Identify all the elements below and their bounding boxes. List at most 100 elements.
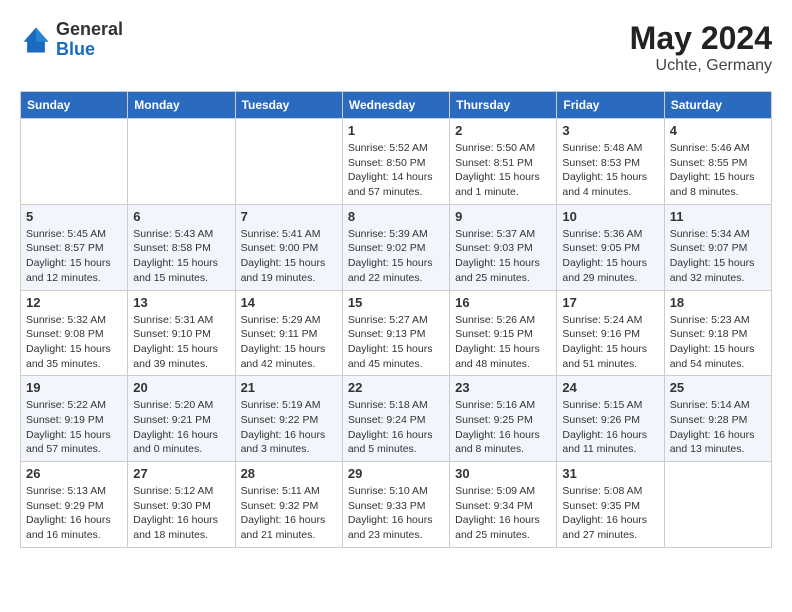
- day-info: Sunrise: 5:08 AM Sunset: 9:35 PM Dayligh…: [562, 484, 658, 543]
- day-number: 11: [670, 209, 766, 224]
- calendar-cell: [664, 462, 771, 548]
- calendar-cell: 10 Sunrise: 5:36 AM Sunset: 9:05 PM Dayli…: [557, 204, 664, 290]
- calendar-cell: 31 Sunrise: 5:08 AM Sunset: 9:35 PM Dayli…: [557, 462, 664, 548]
- calendar-cell: 5Sunrise: 5:45 AM Sunset: 8:57 PM Daylig…: [21, 204, 128, 290]
- calendar-week-row: 5Sunrise: 5:45 AM Sunset: 8:57 PM Daylig…: [21, 204, 772, 290]
- day-info: Sunrise: 5:24 AM Sunset: 9:16 PM Dayligh…: [562, 313, 658, 372]
- calendar-cell: 24 Sunrise: 5:15 AM Sunset: 9:26 PM Dayli…: [557, 376, 664, 462]
- calendar-cell: [235, 119, 342, 205]
- calendar-week-row: 26 Sunrise: 5:13 AM Sunset: 9:29 PM Dayli…: [21, 462, 772, 548]
- day-number: 1: [348, 123, 444, 138]
- day-info: Sunrise: 5:36 AM Sunset: 9:05 PM Dayligh…: [562, 227, 658, 286]
- day-number: 18: [670, 295, 766, 310]
- day-number: 15: [348, 295, 444, 310]
- calendar-table: SundayMondayTuesdayWednesdayThursdayFrid…: [20, 91, 772, 548]
- calendar-cell: 6Sunrise: 5:43 AM Sunset: 8:58 PM Daylig…: [128, 204, 235, 290]
- day-info: Sunrise: 5:14 AM Sunset: 9:28 PM Dayligh…: [670, 398, 766, 457]
- day-info: Sunrise: 5:15 AM Sunset: 9:26 PM Dayligh…: [562, 398, 658, 457]
- day-info: Sunrise: 5:37 AM Sunset: 9:03 PM Dayligh…: [455, 227, 551, 286]
- calendar-cell: 19Sunrise: 5:22 AM Sunset: 9:19 PM Dayli…: [21, 376, 128, 462]
- calendar-cell: 17 Sunrise: 5:24 AM Sunset: 9:16 PM Dayli…: [557, 290, 664, 376]
- logo-icon: [20, 24, 52, 56]
- col-header-saturday: Saturday: [664, 92, 771, 119]
- calendar-cell: 15 Sunrise: 5:27 AM Sunset: 9:13 PM Dayli…: [342, 290, 449, 376]
- calendar-cell: 14 Sunrise: 5:29 AM Sunset: 9:11 PM Dayli…: [235, 290, 342, 376]
- day-number: 14: [241, 295, 337, 310]
- month-year-title: May 2024: [630, 20, 772, 57]
- day-number: 16: [455, 295, 551, 310]
- calendar-cell: 27 Sunrise: 5:12 AM Sunset: 9:30 PM Dayli…: [128, 462, 235, 548]
- calendar-cell: 1 Sunrise: 5:52 AM Sunset: 8:50 PM Daylig…: [342, 119, 449, 205]
- day-number: 9: [455, 209, 551, 224]
- calendar-week-row: 19Sunrise: 5:22 AM Sunset: 9:19 PM Dayli…: [21, 376, 772, 462]
- day-number: 4: [670, 123, 766, 138]
- day-info: Sunrise: 5:12 AM Sunset: 9:30 PM Dayligh…: [133, 484, 229, 543]
- day-number: 13: [133, 295, 229, 310]
- day-number: 19: [26, 380, 122, 395]
- day-info: Sunrise: 5:48 AM Sunset: 8:53 PM Dayligh…: [562, 141, 658, 200]
- calendar-cell: 18 Sunrise: 5:23 AM Sunset: 9:18 PM Dayli…: [664, 290, 771, 376]
- day-number: 30: [455, 466, 551, 481]
- calendar-cell: 13Sunrise: 5:31 AM Sunset: 9:10 PM Dayli…: [128, 290, 235, 376]
- day-info: Sunrise: 5:45 AM Sunset: 8:57 PM Dayligh…: [26, 227, 122, 286]
- day-number: 28: [241, 466, 337, 481]
- logo-general-text: General: [56, 19, 123, 39]
- day-info: Sunrise: 5:19 AM Sunset: 9:22 PM Dayligh…: [241, 398, 337, 457]
- day-info: Sunrise: 5:52 AM Sunset: 8:50 PM Dayligh…: [348, 141, 444, 200]
- logo-blue-text: Blue: [56, 39, 95, 59]
- day-number: 27: [133, 466, 229, 481]
- day-info: Sunrise: 5:41 AM Sunset: 9:00 PM Dayligh…: [241, 227, 337, 286]
- calendar-cell: 12Sunrise: 5:32 AM Sunset: 9:08 PM Dayli…: [21, 290, 128, 376]
- calendar-week-row: 1 Sunrise: 5:52 AM Sunset: 8:50 PM Daylig…: [21, 119, 772, 205]
- calendar-cell: [128, 119, 235, 205]
- day-info: Sunrise: 5:13 AM Sunset: 9:29 PM Dayligh…: [26, 484, 122, 543]
- day-info: Sunrise: 5:23 AM Sunset: 9:18 PM Dayligh…: [670, 313, 766, 372]
- day-info: Sunrise: 5:39 AM Sunset: 9:02 PM Dayligh…: [348, 227, 444, 286]
- calendar-cell: 30 Sunrise: 5:09 AM Sunset: 9:34 PM Dayli…: [450, 462, 557, 548]
- day-number: 10: [562, 209, 658, 224]
- day-info: Sunrise: 5:46 AM Sunset: 8:55 PM Dayligh…: [670, 141, 766, 200]
- day-number: 23: [455, 380, 551, 395]
- day-info: Sunrise: 5:32 AM Sunset: 9:08 PM Dayligh…: [26, 313, 122, 372]
- calendar-week-row: 12Sunrise: 5:32 AM Sunset: 9:08 PM Dayli…: [21, 290, 772, 376]
- day-info: Sunrise: 5:16 AM Sunset: 9:25 PM Dayligh…: [455, 398, 551, 457]
- day-info: Sunrise: 5:34 AM Sunset: 9:07 PM Dayligh…: [670, 227, 766, 286]
- calendar-cell: 7 Sunrise: 5:41 AM Sunset: 9:00 PM Daylig…: [235, 204, 342, 290]
- day-number: 17: [562, 295, 658, 310]
- day-info: Sunrise: 5:50 AM Sunset: 8:51 PM Dayligh…: [455, 141, 551, 200]
- day-info: Sunrise: 5:26 AM Sunset: 9:15 PM Dayligh…: [455, 313, 551, 372]
- day-number: 26: [26, 466, 122, 481]
- day-number: 2: [455, 123, 551, 138]
- calendar-cell: 11 Sunrise: 5:34 AM Sunset: 9:07 PM Dayli…: [664, 204, 771, 290]
- calendar-cell: 23 Sunrise: 5:16 AM Sunset: 9:25 PM Dayli…: [450, 376, 557, 462]
- day-number: 8: [348, 209, 444, 224]
- day-info: Sunrise: 5:29 AM Sunset: 9:11 PM Dayligh…: [241, 313, 337, 372]
- day-number: 7: [241, 209, 337, 224]
- day-number: 31: [562, 466, 658, 481]
- calendar-cell: 4 Sunrise: 5:46 AM Sunset: 8:55 PM Daylig…: [664, 119, 771, 205]
- calendar-cell: 26 Sunrise: 5:13 AM Sunset: 9:29 PM Dayli…: [21, 462, 128, 548]
- day-number: 22: [348, 380, 444, 395]
- day-number: 24: [562, 380, 658, 395]
- col-header-friday: Friday: [557, 92, 664, 119]
- day-number: 20: [133, 380, 229, 395]
- day-number: 25: [670, 380, 766, 395]
- day-number: 3: [562, 123, 658, 138]
- day-info: Sunrise: 5:43 AM Sunset: 8:58 PM Dayligh…: [133, 227, 229, 286]
- calendar-cell: 21 Sunrise: 5:19 AM Sunset: 9:22 PM Dayli…: [235, 376, 342, 462]
- calendar-cell: 2 Sunrise: 5:50 AM Sunset: 8:51 PM Daylig…: [450, 119, 557, 205]
- calendar-cell: 28Sunrise: 5:11 AM Sunset: 9:32 PM Dayli…: [235, 462, 342, 548]
- calendar-cell: 22Sunrise: 5:18 AM Sunset: 9:24 PM Dayli…: [342, 376, 449, 462]
- location-subtitle: Uchte, Germany: [630, 57, 772, 75]
- day-info: Sunrise: 5:09 AM Sunset: 9:34 PM Dayligh…: [455, 484, 551, 543]
- logo: General Blue: [20, 20, 123, 60]
- col-header-tuesday: Tuesday: [235, 92, 342, 119]
- day-number: 21: [241, 380, 337, 395]
- calendar-cell: 3 Sunrise: 5:48 AM Sunset: 8:53 PM Daylig…: [557, 119, 664, 205]
- day-info: Sunrise: 5:27 AM Sunset: 9:13 PM Dayligh…: [348, 313, 444, 372]
- calendar-cell: 20 Sunrise: 5:20 AM Sunset: 9:21 PM Dayli…: [128, 376, 235, 462]
- calendar-cell: 25 Sunrise: 5:14 AM Sunset: 9:28 PM Dayli…: [664, 376, 771, 462]
- calendar-cell: 29Sunrise: 5:10 AM Sunset: 9:33 PM Dayli…: [342, 462, 449, 548]
- day-info: Sunrise: 5:20 AM Sunset: 9:21 PM Dayligh…: [133, 398, 229, 457]
- calendar-cell: 16 Sunrise: 5:26 AM Sunset: 9:15 PM Dayli…: [450, 290, 557, 376]
